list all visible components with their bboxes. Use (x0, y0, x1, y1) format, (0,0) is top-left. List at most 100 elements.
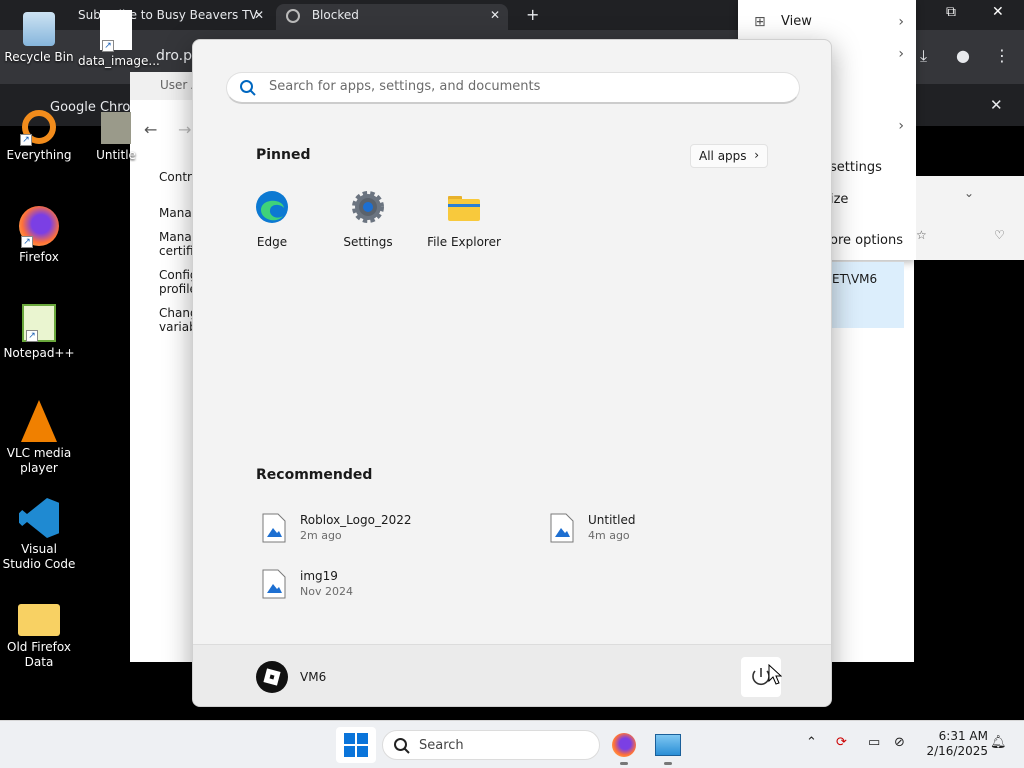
user-name[interactable]: VM6 (300, 670, 326, 684)
folder-icon (448, 196, 480, 221)
globe-icon (286, 8, 300, 23)
all-apps-label: All apps (699, 149, 747, 163)
desktop-icon-untitled[interactable]: Untitle (78, 112, 154, 163)
desktop-icon-vscode[interactable]: Visual Studio Code (1, 498, 77, 572)
edge-icon (256, 191, 288, 223)
menu-item-view[interactable]: View (781, 14, 812, 29)
vscode-icon (19, 498, 59, 538)
firefox-icon (612, 733, 636, 757)
desktop-icon-old-firefox-data[interactable]: Old Firefox Data (1, 600, 77, 670)
close-window-icon[interactable]: ✕ (992, 4, 1004, 20)
notepad-plus-plus-icon: ↗ (22, 304, 56, 342)
desktop-icon-label: Untitle (96, 148, 136, 162)
recommended-item-name: Untitled (588, 513, 636, 527)
pinned-app-label: Settings (343, 235, 393, 249)
file-icon: ↗ (100, 10, 132, 52)
recommended-item[interactable]: Roblox_Logo_2022 2m ago (256, 510, 476, 550)
restore-icon[interactable]: ⧉ (946, 4, 956, 20)
profile-icon[interactable]: ● (956, 46, 970, 65)
chrome-tab-blocked[interactable]: Blocked ✕ (276, 4, 508, 30)
pinned-app-edge[interactable]: Edge (224, 190, 320, 249)
pinned-app-settings[interactable]: Settings (320, 190, 416, 249)
gear-icon (352, 191, 384, 223)
grid-icon: ⊞ (754, 14, 766, 30)
desktop-icon-label: data_image... (78, 54, 160, 68)
folder-icon (18, 604, 60, 636)
desktop-icon-label: VLC media player (6, 446, 72, 475)
selected-row[interactable]: ET\VM6 (832, 262, 904, 328)
recommended-item-time: 2m ago (300, 529, 342, 542)
recommended-item-time: Nov 2024 (300, 585, 353, 598)
notification-bell-icon[interactable]: 🔔︎ (990, 735, 1007, 750)
taskbar-search[interactable]: Search (382, 730, 600, 760)
menu-item-more-options[interactable]: ore options (830, 233, 903, 248)
running-indicator (620, 762, 628, 765)
system-clock[interactable]: 6:31 AM 2/16/2025 (918, 729, 988, 759)
desktop-icon-label: Visual Studio Code (2, 542, 76, 571)
close-tab-icon[interactable]: ✕ (254, 4, 264, 26)
start-search-box[interactable] (226, 72, 800, 104)
desktop-icon-label: Recycle Bin (4, 50, 74, 64)
volume-muted-icon[interactable]: ⊘ (894, 735, 905, 750)
desktop-icon-recycle-bin[interactable]: Recycle Bin (1, 12, 77, 65)
desktop-icon-everything[interactable]: ↗ Everything (1, 110, 77, 163)
new-tab-button[interactable]: + (516, 4, 542, 30)
chevron-down-icon[interactable]: ⌄ (964, 186, 974, 200)
recycle-bin-icon (23, 12, 55, 46)
chevron-right-icon: › (898, 14, 904, 30)
pinned-app-label: File Explorer (427, 235, 501, 249)
desktop-icon-firefox[interactable]: ↗ Firefox (1, 206, 77, 265)
taskbar: Search ⌃ ⟳ ▭ ⊘ 6:31 AM 2/16/2025 🔔︎ (0, 720, 1024, 768)
desktop-icon-notepad-plus-plus[interactable]: ↗ Notepad++ (1, 304, 77, 361)
star-icon[interactable]: ☆ (916, 228, 927, 242)
search-icon (394, 738, 410, 754)
address-bar-text[interactable]: dro.p (156, 48, 192, 64)
recommended-item[interactable]: Untitled 4m ago (544, 510, 764, 550)
recommended-item-time: 4m ago (588, 529, 630, 542)
windows-logo-icon (344, 733, 368, 757)
start-button[interactable] (336, 727, 376, 763)
start-menu-footer: VM6 (193, 644, 831, 706)
firefox-icon: ↗ (19, 206, 59, 248)
desktop-icon-label: Notepad++ (3, 346, 75, 360)
pinned-app-label: Edge (256, 235, 288, 249)
chevron-right-icon: › (754, 148, 759, 162)
computer-icon (101, 112, 131, 144)
chevron-up-icon[interactable]: ⌃ (806, 735, 817, 750)
selected-row-text: ET\VM6 (832, 272, 878, 286)
pinned-app-file-explorer[interactable]: File Explorer (416, 190, 512, 249)
taskbar-search-label: Search (419, 738, 464, 753)
recommended-item-name: Roblox_Logo_2022 (300, 513, 412, 527)
image-file-icon (262, 569, 286, 599)
chevron-right-icon: › (898, 118, 904, 134)
taskbar-firefox[interactable] (607, 729, 641, 765)
running-indicator (664, 762, 672, 765)
desktop-icon-vlc[interactable]: VLC media player (1, 400, 77, 476)
control-panel-icon (655, 734, 681, 756)
tab-title: Blocked (311, 8, 359, 22)
user-avatar[interactable] (256, 661, 288, 693)
mouse-cursor-icon (768, 664, 782, 685)
pocket-icon[interactable]: ♡ (994, 228, 1005, 242)
download-icon[interactable]: ⤓ (920, 46, 927, 66)
vlc-cone-icon (21, 400, 57, 442)
sync-icon[interactable]: ⟳ (836, 735, 847, 750)
pinned-heading: Pinned (256, 147, 311, 163)
roblox-logo-icon (263, 668, 281, 686)
menu-item-settings[interactable]: settings (830, 160, 882, 175)
menu-item-size[interactable]: ize (830, 192, 848, 207)
recommended-heading: Recommended (256, 467, 373, 483)
network-icon[interactable]: ▭ (868, 735, 880, 750)
image-file-icon (550, 513, 574, 543)
start-search-input[interactable] (269, 79, 769, 94)
recommended-item[interactable]: img19 Nov 2024 (256, 566, 476, 606)
clock-time: 6:31 AM (938, 729, 988, 743)
close-bar-icon[interactable]: ✕ (990, 96, 1003, 114)
taskbar-control-panel[interactable] (651, 729, 685, 765)
desktop-icon-data-image[interactable]: ↗ data_image... (78, 10, 160, 69)
menu-icon[interactable]: ⋮ (994, 46, 1010, 65)
all-apps-button[interactable]: All apps › (690, 144, 768, 168)
forward-arrow-icon[interactable]: → (178, 120, 191, 139)
close-tab-icon[interactable]: ✕ (490, 4, 500, 26)
chevron-right-icon: › (898, 46, 904, 62)
